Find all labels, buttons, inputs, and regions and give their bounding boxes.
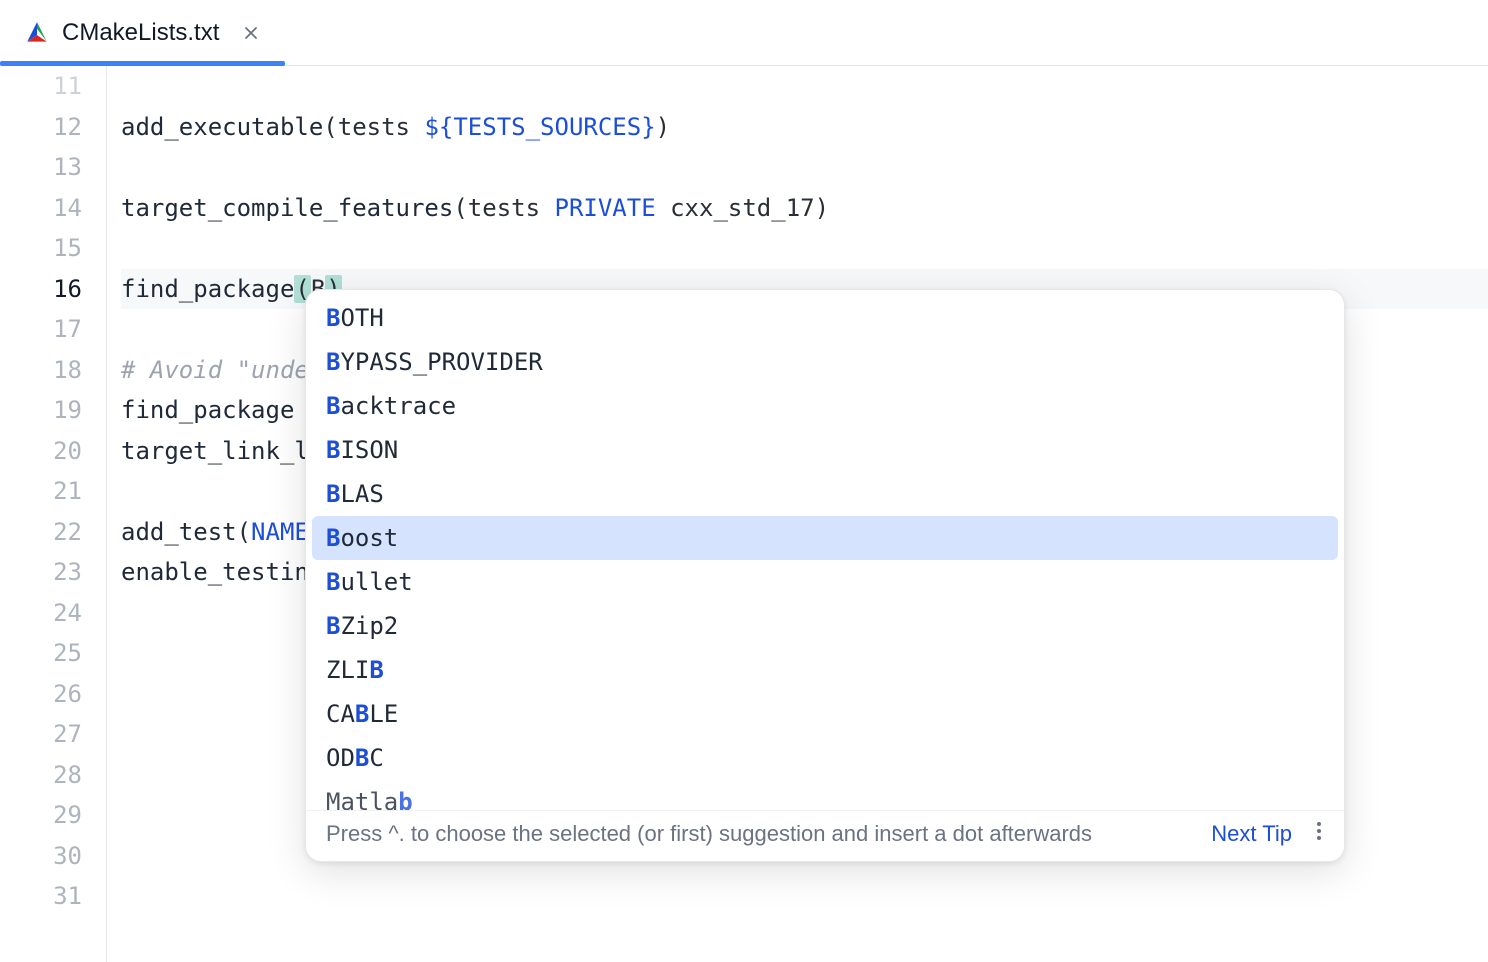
more-icon[interactable] [1310,821,1328,847]
line-number: 11 [0,66,82,107]
line-number: 29 [0,795,82,836]
line-number: 28 [0,755,82,796]
line-number: 13 [0,147,82,188]
code-line: target_compile_features(tests PRIVATE cx… [121,188,1488,229]
line-number: 25 [0,633,82,674]
line-number: 21 [0,471,82,512]
line-number: 14 [0,188,82,229]
tab-title: CMakeLists.txt [62,19,219,47]
autocomplete-tip: Press ^. to choose the selected (or firs… [326,821,1193,847]
autocomplete-footer: Press ^. to choose the selected (or firs… [306,810,1344,861]
line-number-gutter: 1112131415161718192021222324252627282930… [0,66,106,962]
close-icon[interactable] [241,23,261,43]
autocomplete-item[interactable]: Bullet [312,560,1338,604]
code-line [121,876,1488,917]
line-number: 18 [0,350,82,391]
code-line: add_executable(tests ${TESTS_SOURCES}) [121,107,1488,148]
line-number: 20 [0,431,82,472]
autocomplete-item[interactable]: BISON [312,428,1338,472]
line-number: 22 [0,512,82,553]
autocomplete-item[interactable]: Backtrace [312,384,1338,428]
autocomplete-item[interactable]: Boost [312,516,1338,560]
autocomplete-popup: BOTHBYPASS_PROVIDERBacktraceBISONBLASBoo… [305,289,1345,862]
line-number: 15 [0,228,82,269]
code-line [121,66,1488,107]
line-number: 19 [0,390,82,431]
line-number: 24 [0,593,82,634]
autocomplete-item[interactable]: Matlab [312,780,1338,810]
autocomplete-item[interactable]: ZLIB [312,648,1338,692]
line-number: 26 [0,674,82,715]
next-tip-button[interactable]: Next Tip [1211,821,1292,847]
autocomplete-item[interactable]: BYPASS_PROVIDER [312,340,1338,384]
tab-cmakelists[interactable]: CMakeLists.txt [6,0,279,65]
cmake-file-icon [24,20,50,46]
autocomplete-item[interactable]: CABLE [312,692,1338,736]
autocomplete-item[interactable]: ODBC [312,736,1338,780]
autocomplete-item[interactable]: BLAS [312,472,1338,516]
line-number: 23 [0,552,82,593]
line-number: 17 [0,309,82,350]
autocomplete-item[interactable]: BOTH [312,296,1338,340]
line-number: 27 [0,714,82,755]
autocomplete-item[interactable]: BZip2 [312,604,1338,648]
line-number: 16 [0,269,82,310]
code-line [121,147,1488,188]
code-line [121,228,1488,269]
line-number: 31 [0,876,82,917]
line-number: 12 [0,107,82,148]
line-number: 30 [0,836,82,877]
tab-bar: CMakeLists.txt [0,0,1488,66]
autocomplete-list[interactable]: BOTHBYPASS_PROVIDERBacktraceBISONBLASBoo… [306,290,1344,810]
